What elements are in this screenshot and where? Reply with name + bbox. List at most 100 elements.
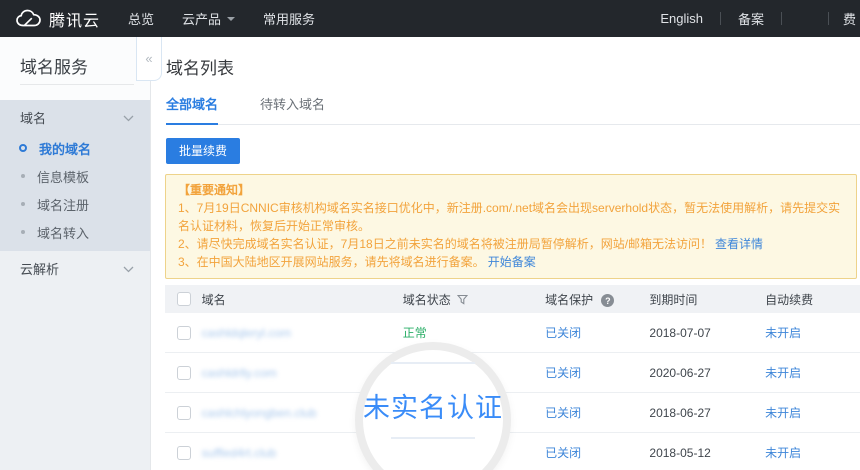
sidebar-item-label: 域名注册 xyxy=(37,195,89,214)
row-checkbox[interactable] xyxy=(177,326,191,340)
start-filing-link[interactable]: 开始备案 xyxy=(488,255,536,269)
language-switch[interactable]: English xyxy=(643,11,720,26)
auto-renew-off-link[interactable]: 未开启 xyxy=(765,446,801,460)
row-checkbox-cell xyxy=(165,406,202,420)
sidebar-item-info-templates[interactable]: 信息模板 xyxy=(0,162,150,190)
sidebar-item-domain-register[interactable]: 域名注册 xyxy=(0,190,150,218)
header-expiry: 到期时间 xyxy=(649,291,765,308)
sidebar: 域名服务 « 域名 我的域名 信息模板 域名注册 xyxy=(0,37,150,470)
sidebar-collapse-button[interactable]: « xyxy=(136,37,162,81)
header-protection-label: 域名保护 xyxy=(545,293,593,307)
row-checkbox[interactable] xyxy=(177,406,191,420)
expiry-cell: 2018-06-27 xyxy=(649,406,765,420)
protection-closed-link[interactable]: 已关闭 xyxy=(545,446,581,460)
top-nav-menu: 总览 云产品 常用服务 xyxy=(114,0,329,37)
protection-cell: 已关闭 xyxy=(545,324,649,341)
view-details-link[interactable]: 查看详情 xyxy=(715,237,763,251)
magnified-row-line xyxy=(391,437,475,439)
magnified-row-line xyxy=(391,362,475,364)
table-header-row: 域名 域名状态 域名保护 ? 到期时间 自动续费 xyxy=(165,285,860,313)
expiry-date: 2018-06-27 xyxy=(649,406,710,420)
nav-common-services-label: 常用服务 xyxy=(263,9,315,28)
protection-closed-link[interactable]: 已关闭 xyxy=(545,366,581,380)
auto-renew-cell: 未开启 xyxy=(765,324,860,341)
nav-cloud-products-label: 云产品 xyxy=(182,9,221,28)
billing-link-cutoff[interactable]: 费 xyxy=(829,9,860,28)
tab-pending-transfer-in[interactable]: 待转入域名 xyxy=(260,94,325,124)
nav-overview[interactable]: 总览 xyxy=(114,0,168,37)
divider xyxy=(781,12,782,25)
auto-renew-cell: 未开启 xyxy=(765,364,860,381)
notice-line-3: 3、在中国大陆地区开展网站服务，请先将域名进行备案。开始备案 xyxy=(178,253,844,271)
protection-cell: 已关闭 xyxy=(545,444,649,461)
sidebar-item-label: 我的域名 xyxy=(39,139,91,158)
sidebar-product-title: 域名服务 xyxy=(0,37,150,78)
select-all-checkbox[interactable] xyxy=(177,292,191,306)
help-question-icon[interactable]: ? xyxy=(601,294,614,307)
important-notice-box: 【重要通知】 1、7月19日CNNIC审核机构域名实名接口优化中，新注册.com… xyxy=(165,174,857,279)
cloud-logo-icon xyxy=(15,9,42,28)
bullet-icon xyxy=(21,230,25,234)
header-auto-renew: 自动续费 xyxy=(765,291,860,308)
tab-all-domains[interactable]: 全部域名 xyxy=(166,94,218,125)
expiry-cell: 2018-07-07 xyxy=(649,326,765,340)
auto-renew-off-link[interactable]: 未开启 xyxy=(765,406,801,420)
table-row: cashldqleryl.com 正常 已关闭 2018-07-07 未开启 xyxy=(165,313,860,353)
top-right-menu: English 备案 费 xyxy=(643,0,860,37)
row-checkbox[interactable] xyxy=(177,446,191,460)
tab-bar: 全部域名 待转入域名 xyxy=(166,94,860,125)
nav-overview-label: 总览 xyxy=(128,9,154,28)
main-content: 域名列表 全部域名 待转入域名 批量续费 【重要通知】 1、7月19日CNNIC… xyxy=(150,37,860,470)
header-status-label: 域名状态 xyxy=(403,291,451,308)
notice-title: 【重要通知】 xyxy=(178,181,844,199)
protection-cell: 已关闭 xyxy=(545,364,649,381)
group-dns-label: 云解析 xyxy=(20,259,59,278)
sidebar-item-domain-transfer-in[interactable]: 域名转入 xyxy=(0,218,150,246)
sidebar-group-dns-header[interactable]: 云解析 xyxy=(0,251,150,285)
sidebar-item-my-domains[interactable]: 我的域名 xyxy=(0,134,150,162)
expiry-date: 2020-06-27 xyxy=(649,366,710,380)
filter-funnel-icon[interactable] xyxy=(457,294,468,305)
row-checkbox[interactable] xyxy=(177,366,191,380)
header-status: 域名状态 xyxy=(403,291,545,308)
bullet-icon xyxy=(21,174,25,178)
batch-renew-button[interactable]: 批量续费 xyxy=(166,138,240,164)
auto-renew-cell: 未开启 xyxy=(765,404,860,421)
notice-line-2-text: 2、请尽快完成域名实名认证，7月18日之前未实名的域名将被注册局暂停解析，网站/… xyxy=(178,237,712,251)
domain-link-blurred[interactable]: cashldrlly.com xyxy=(202,366,277,380)
auto-renew-off-link[interactable]: 未开启 xyxy=(765,366,801,380)
expiry-date: 2018-05-12 xyxy=(649,446,710,460)
chevron-down-icon xyxy=(123,110,134,125)
protection-closed-link[interactable]: 已关闭 xyxy=(545,406,581,420)
row-checkbox-cell xyxy=(165,366,202,380)
tencent-cloud-logo[interactable]: 腾讯云 xyxy=(15,7,100,31)
nav-cloud-products[interactable]: 云产品 xyxy=(168,0,249,37)
chevron-down-icon xyxy=(227,17,235,21)
chevron-down-icon xyxy=(123,261,134,276)
icp-filing-link[interactable]: 备案 xyxy=(721,9,781,28)
domain-link-blurred[interactable]: suffled4rt.club xyxy=(202,446,277,460)
sidebar-header: 域名服务 xyxy=(0,37,150,100)
table-row: suffled4rt.club 已关闭 2018-05-12 未开启 xyxy=(165,433,860,470)
domain-link-blurred[interactable]: cashldqleryl.com xyxy=(202,326,291,340)
expiry-date: 2018-07-07 xyxy=(649,326,710,340)
logo-wordmark: 腾讯云 xyxy=(49,7,100,31)
sidebar-item-label: 信息模板 xyxy=(37,167,89,186)
header-protection: 域名保护 ? xyxy=(545,291,649,308)
domain-cell: cashldqleryl.com xyxy=(202,326,403,340)
sidebar-group-domain: 域名 我的域名 信息模板 域名注册 域名转入 xyxy=(0,100,150,251)
header-checkbox-cell xyxy=(165,292,202,306)
status-normal: 正常 xyxy=(403,324,427,341)
auto-renew-cell: 未开启 xyxy=(765,444,860,461)
active-bullet-icon xyxy=(19,144,27,152)
notice-line-2: 2、请尽快完成域名实名认证，7月18日之前未实名的域名将被注册局暂停解析，网站/… xyxy=(178,235,844,253)
page-body: 域名服务 « 域名 我的域名 信息模板 域名注册 xyxy=(0,37,860,470)
domain-link-blurred[interactable]: cashlchlyongben.club xyxy=(202,406,317,420)
nav-common-services[interactable]: 常用服务 xyxy=(249,0,329,37)
header-domain: 域名 xyxy=(202,291,403,308)
auto-renew-off-link[interactable]: 未开启 xyxy=(765,326,801,340)
status-cell: 正常 xyxy=(403,324,545,341)
not-real-name-verified-label: 未实名认证 xyxy=(363,386,503,425)
sidebar-group-domain-header[interactable]: 域名 xyxy=(0,100,150,134)
protection-closed-link[interactable]: 已关闭 xyxy=(545,326,581,340)
